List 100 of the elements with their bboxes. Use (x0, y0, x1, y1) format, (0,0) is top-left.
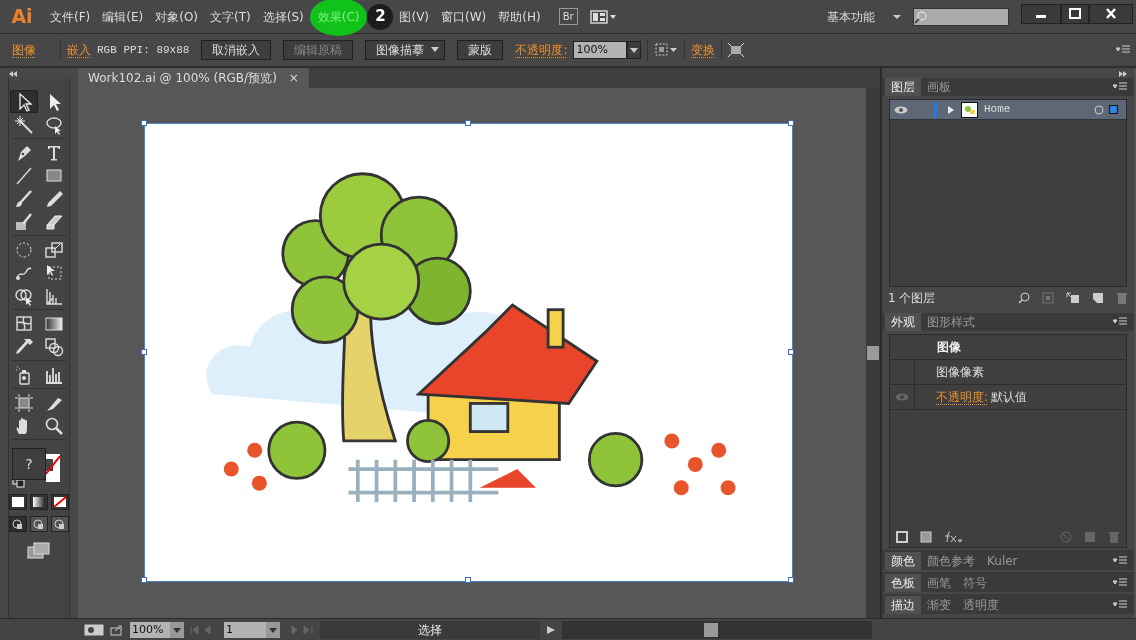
menu-item[interactable]: 编辑(E) (96, 3, 150, 30)
panel-tab[interactable]: 外观 (885, 313, 921, 331)
fx-icon[interactable] (944, 531, 962, 543)
tool-button[interactable] (10, 90, 38, 113)
scale-icon (44, 239, 64, 260)
share-icon[interactable] (110, 623, 124, 636)
panel-tab[interactable]: 颜色 (885, 552, 921, 570)
menu-item[interactable]: 对象(O) (149, 3, 205, 30)
menu-item[interactable]: 文字(T) (204, 3, 257, 30)
layer-thumbnail (961, 101, 978, 118)
line-icon (14, 165, 34, 186)
dropdown-caret-icon[interactable] (266, 621, 280, 638)
menu-item[interactable]: 图(V) (393, 3, 436, 30)
selection-handle[interactable] (788, 120, 794, 126)
panel-tab[interactable]: 描边 (885, 596, 921, 614)
dropdown-caret-icon[interactable] (627, 41, 642, 59)
selection-handle[interactable] (464, 120, 471, 126)
settings-icon[interactable] (84, 623, 104, 636)
panel-tab[interactable]: 图形样式 (921, 313, 981, 331)
panel-tab[interactable]: Kuler (981, 552, 1024, 570)
caret-icon[interactable] (893, 13, 901, 20)
selection-handle[interactable] (788, 348, 794, 355)
panel-menu-icon[interactable] (1113, 82, 1127, 92)
panel-menu-icon[interactable] (1113, 317, 1127, 327)
menu-item[interactable]: 窗口(W) (435, 3, 493, 30)
selection-handle[interactable] (141, 577, 147, 583)
draw-inside-icon[interactable] (51, 516, 69, 532)
brush-icon (14, 188, 34, 209)
workspace-switcher[interactable]: 基本功能 (821, 3, 881, 30)
add-stroke-icon[interactable] (896, 531, 908, 543)
fill-swatch[interactable]: ? (12, 448, 46, 480)
opacity-field[interactable]: 100% (573, 41, 628, 59)
close-tab-button[interactable]: × (288, 69, 299, 87)
toolbar-button[interactable]: 取消嵌入 (201, 40, 272, 60)
bridge-button[interactable]: Br (558, 8, 578, 25)
dropdown-caret-icon[interactable] (170, 621, 184, 638)
vertical-scrollbar[interactable] (866, 88, 880, 618)
selection-square-icon[interactable] (1109, 105, 1118, 114)
clipping-mask-icon[interactable] (1042, 292, 1054, 304)
target-circle-icon[interactable] (1094, 104, 1104, 115)
expand-arrows-icon[interactable] (1118, 70, 1128, 78)
panel-menu-icon[interactable] (1113, 556, 1127, 566)
panel-tab[interactable]: 色板 (885, 574, 921, 592)
bounding-box-icon[interactable] (728, 43, 745, 57)
maximize-icon[interactable] (1061, 3, 1089, 24)
draw-behind-icon[interactable] (30, 516, 48, 532)
eye-icon[interactable] (894, 105, 908, 114)
panel-tab[interactable]: 渐变 (921, 596, 957, 614)
panel-menu-icon[interactable] (1116, 45, 1130, 55)
panel-tab[interactable]: 符号 (957, 574, 993, 592)
draw-normal-icon[interactable] (9, 516, 27, 532)
align-selection-icon[interactable] (654, 42, 679, 58)
menu-item[interactable]: 文件(F) (44, 3, 97, 30)
play-arrow-icon[interactable] (546, 624, 556, 635)
opacity-label[interactable]: 不透明度: (515, 41, 568, 59)
selection-handle[interactable] (788, 577, 794, 583)
menu-item[interactable]: 帮助(H) (492, 3, 547, 30)
embed-link[interactable]: 嵌入 (67, 41, 91, 59)
close-icon[interactable] (1089, 3, 1133, 24)
selection-handle[interactable] (464, 577, 471, 583)
mesh-icon (14, 313, 34, 334)
panel-menu-icon[interactable] (1113, 600, 1127, 610)
horizontal-scrollbar[interactable] (562, 620, 872, 639)
image-info: RGB PPI: 89x88 (97, 42, 190, 58)
layer-row[interactable]: Home (890, 100, 1126, 120)
panel-tab[interactable]: 颜色参考 (921, 552, 981, 570)
new-sublayer-icon[interactable] (1066, 292, 1080, 304)
blob-brush-icon (14, 211, 34, 232)
none-mode-icon[interactable] (51, 494, 69, 510)
selection-handle[interactable] (141, 120, 147, 126)
panel-tab[interactable]: 画板 (921, 78, 957, 96)
color-mode-icon[interactable] (9, 494, 27, 510)
dropdown-caret-icon[interactable] (430, 46, 441, 54)
transform-link[interactable]: 变换 (691, 41, 716, 59)
appearance-attribute[interactable]: 不透明度: (936, 388, 989, 406)
panel-tab[interactable]: 画笔 (921, 574, 957, 592)
panel-tab[interactable]: 透明度 (957, 596, 1005, 614)
search-icon[interactable] (1018, 292, 1030, 304)
gradient-mode-icon[interactable] (30, 494, 48, 510)
panel-menu-icon[interactable] (1113, 578, 1127, 588)
document-tab[interactable]: Work102.ai @ 100% (RGB/预览) × (78, 68, 309, 88)
collapse-arrows-icon[interactable] (8, 70, 18, 78)
toolbar-button[interactable]: 图像描摹 (365, 40, 446, 60)
screen-mode-icon[interactable] (27, 542, 51, 560)
page-field[interactable]: 1 (224, 621, 266, 638)
free-transform-icon (44, 262, 64, 283)
status-tool-menu[interactable]: 选择 (320, 620, 540, 639)
search-icon (914, 9, 928, 24)
selection-handle[interactable] (141, 348, 147, 355)
step-badge: 2 (367, 3, 394, 30)
add-fill-icon[interactable] (920, 531, 932, 543)
minimize-icon[interactable] (1021, 3, 1061, 24)
toolbar-button[interactable]: 蒙版 (457, 40, 504, 60)
panel-tab[interactable]: 图层 (885, 78, 921, 96)
search-field[interactable] (913, 7, 1009, 26)
new-layer-icon[interactable] (1092, 292, 1104, 304)
arrange-documents-icon[interactable] (589, 8, 618, 25)
expand-triangle-icon[interactable] (947, 104, 955, 115)
zoom-field[interactable]: 100% (130, 621, 170, 638)
menu-item[interactable]: 选择(S) (256, 3, 310, 30)
